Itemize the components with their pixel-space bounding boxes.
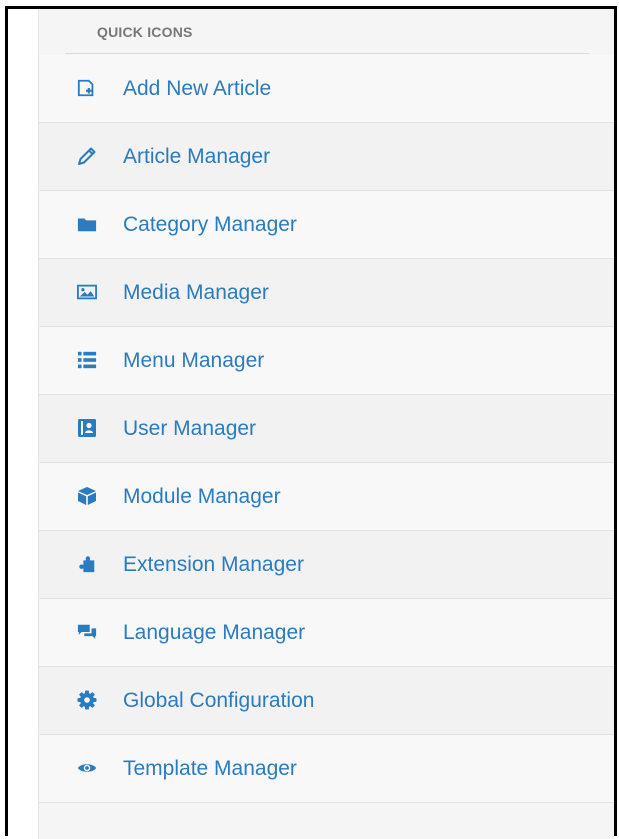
chat-bubbles-icon <box>77 622 97 642</box>
user-card-icon <box>77 418 97 438</box>
image-icon <box>77 282 97 302</box>
quick-icon-label: Language Manager <box>123 621 306 644</box>
quick-icon-menu-manager[interactable]: Menu Manager <box>39 327 614 395</box>
new-article-icon <box>77 78 97 98</box>
quick-icon-add-new-article[interactable]: Add New Article <box>39 55 614 123</box>
quick-icon-label: User Manager <box>123 417 257 440</box>
window-frame: QUICK ICONS Add New Article Article Mana… <box>5 6 617 839</box>
quick-icon-label: Template Manager <box>123 757 297 780</box>
quick-icon-label: Module Manager <box>123 485 281 508</box>
puzzle-icon <box>77 554 97 574</box>
quick-icon-language-manager[interactable]: Language Manager <box>39 599 614 667</box>
quick-icon-media-manager[interactable]: Media Manager <box>39 259 614 327</box>
quick-icons-panel: QUICK ICONS Add New Article Article Mana… <box>38 9 614 839</box>
quick-icon-label: Menu Manager <box>123 349 265 372</box>
quick-icon-label: Extension Manager <box>123 553 304 576</box>
quick-icon-label: Category Manager <box>123 213 297 236</box>
quick-icon-global-configuration[interactable]: Global Configuration <box>39 667 614 735</box>
quick-icon-article-manager[interactable]: Article Manager <box>39 123 614 191</box>
quick-icon-label: Article Manager <box>123 145 271 168</box>
quick-icons-heading: QUICK ICONS <box>65 9 589 54</box>
list-icon <box>77 350 97 370</box>
gear-icon <box>77 690 97 710</box>
quick-icon-extension-manager[interactable]: Extension Manager <box>39 531 614 599</box>
eye-icon <box>77 758 97 778</box>
folder-icon <box>77 214 97 234</box>
pencil-icon <box>77 146 97 166</box>
quick-icons-list: Add New Article Article Manager Category… <box>39 55 614 803</box>
quick-icon-label: Global Configuration <box>123 689 315 712</box>
quick-icons-title: QUICK ICONS <box>97 24 193 40</box>
quick-icon-label: Media Manager <box>123 281 269 304</box>
quick-icon-label: Add New Article <box>123 77 272 100</box>
quick-icon-module-manager[interactable]: Module Manager <box>39 463 614 531</box>
quick-icon-user-manager[interactable]: User Manager <box>39 395 614 463</box>
cube-icon <box>77 486 97 506</box>
quick-icon-template-manager[interactable]: Template Manager <box>39 735 614 803</box>
quick-icon-category-manager[interactable]: Category Manager <box>39 191 614 259</box>
